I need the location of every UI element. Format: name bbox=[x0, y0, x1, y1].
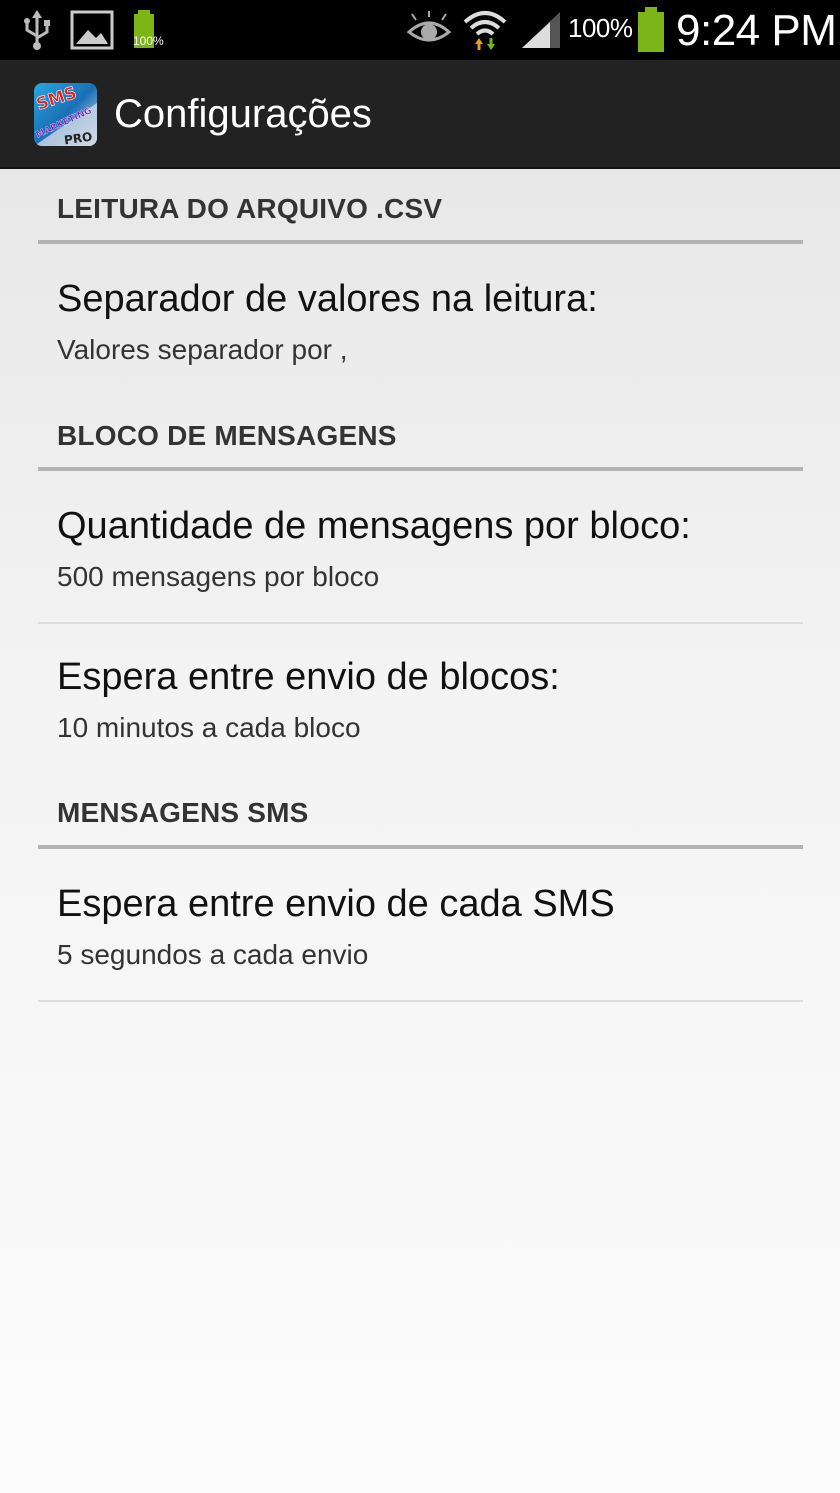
pref-item-block-wait[interactable]: Espera entre envio de blocos: 10 minutos… bbox=[38, 624, 803, 774]
section-header-bloco: BLOCO DE MENSAGENS bbox=[57, 420, 397, 451]
battery-percent: 100% bbox=[568, 13, 633, 43]
logo-text-pro: PRO bbox=[63, 130, 93, 146]
section-header-sms: MENSAGENS SMS bbox=[57, 797, 309, 828]
signal-icon bbox=[520, 8, 562, 52]
wifi-icon bbox=[462, 8, 508, 52]
eye-icon bbox=[406, 8, 452, 52]
pref-summary: 5 segundos a cada envio bbox=[57, 939, 369, 970]
status-bar: 100% 100% 9:24 PM bbox=[0, 0, 840, 60]
action-bar: SMS MARKETING PRO Configurações bbox=[0, 60, 840, 169]
clock: 9:24 PM bbox=[676, 6, 837, 55]
pref-title: Quantidade de mensagens por bloco: bbox=[57, 505, 691, 547]
pref-summary: 10 minutos a cada bloco bbox=[57, 712, 361, 743]
section-header-csv: LEITURA DO ARQUIVO .CSV bbox=[57, 193, 443, 224]
usb-icon bbox=[22, 8, 52, 52]
logo-text-sms: SMS bbox=[34, 83, 79, 115]
pref-item-messages-per-block[interactable]: Quantidade de mensagens por bloco: 500 m… bbox=[38, 471, 803, 621]
pref-title: Separador de valores na leitura: bbox=[57, 278, 598, 320]
pref-item-separator[interactable]: Separador de valores na leitura: Valores… bbox=[38, 244, 803, 394]
list-divider bbox=[38, 1000, 803, 1002]
battery-icon bbox=[636, 7, 668, 52]
pref-summary: 500 mensagens por bloco bbox=[57, 561, 380, 592]
pref-item-sms-wait[interactable]: Espera entre envio de cada SMS 5 segundo… bbox=[38, 849, 803, 999]
page-title: Configurações bbox=[114, 92, 372, 136]
small-battery-text: 100% bbox=[133, 34, 164, 48]
pref-title: Espera entre envio de blocos: bbox=[57, 656, 560, 698]
image-icon bbox=[70, 8, 114, 52]
app-logo-icon[interactable]: SMS MARKETING PRO bbox=[34, 83, 97, 146]
pref-title: Espera entre envio de cada SMS bbox=[57, 883, 615, 925]
pref-summary: Valores separador por , bbox=[57, 334, 348, 365]
